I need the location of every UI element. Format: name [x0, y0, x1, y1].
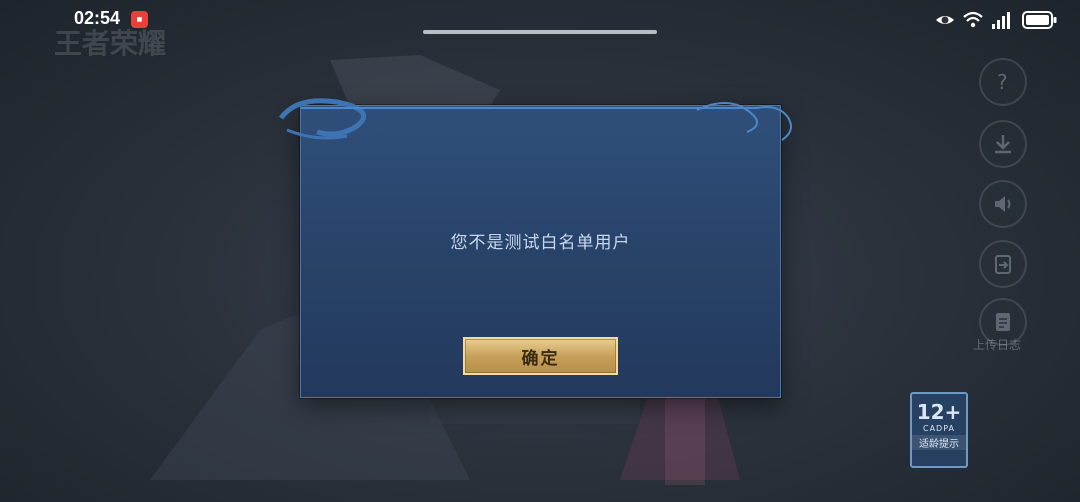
upload-log-label: 上传日志 — [973, 338, 1022, 352]
age-rating-value: 12+ — [916, 400, 962, 424]
age-rating-badge[interactable]: 12+ CADPA 适龄提示 — [910, 392, 968, 468]
app-notification-icon: ■ — [131, 11, 148, 28]
dialog-ornament — [278, 98, 792, 141]
eye-comfort-icon — [936, 16, 954, 24]
help-icon[interactable]: ? — [979, 58, 1027, 106]
signal-icon — [992, 12, 1010, 29]
dialog-message: 您不是测试白名单用户 — [450, 233, 631, 253]
wifi-icon — [963, 11, 983, 28]
age-rating-tip: 适龄提示 — [912, 435, 966, 450]
confirm-button[interactable]: 确定 — [463, 337, 618, 375]
switch-account-icon[interactable] — [979, 240, 1027, 288]
download-icon[interactable] — [979, 120, 1027, 168]
age-rating-org: CADPA — [922, 424, 955, 433]
whitelist-dialog: 您不是测试白名单用户 确定 — [278, 98, 792, 398]
sound-icon[interactable] — [979, 180, 1027, 228]
clock: 02:54 — [74, 8, 121, 28]
battery-icon — [1022, 11, 1057, 29]
status-bar: 02:54 ■ — [0, 0, 1080, 40]
home-indicator[interactable] — [423, 30, 657, 34]
svg-text:?: ? — [997, 70, 1008, 94]
